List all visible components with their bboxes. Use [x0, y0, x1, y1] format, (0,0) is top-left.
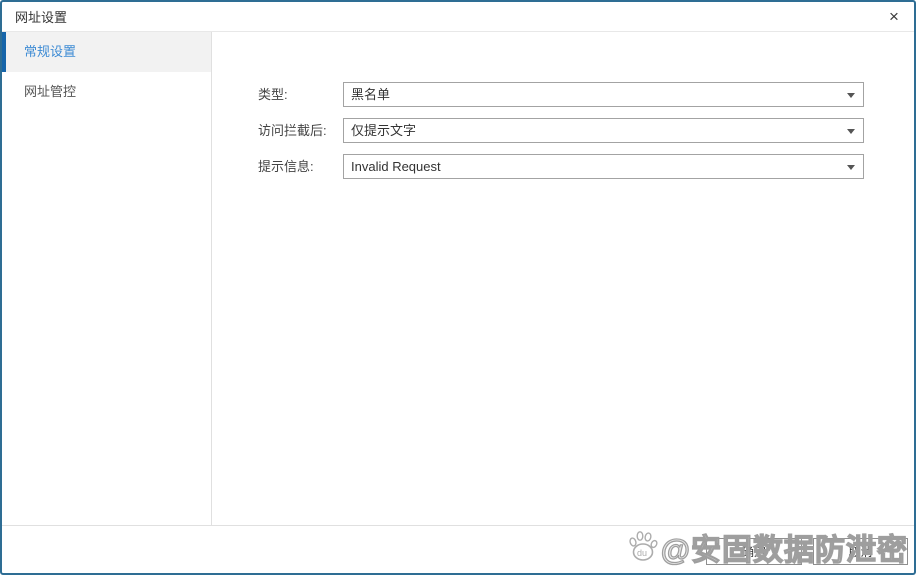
chevron-down-icon	[847, 93, 855, 98]
type-label: 类型:	[258, 82, 343, 107]
prompt-message-dropdown-value: Invalid Request	[344, 155, 863, 178]
close-icon[interactable]: ×	[882, 5, 906, 29]
sidebar-item-url-control[interactable]: 网址管控	[2, 72, 211, 112]
dialog-body: 常规设置 网址管控 类型: 黑名单 访问拦截后: 仅提示文字	[2, 32, 914, 525]
intercept-action-label: 访问拦截后:	[258, 118, 343, 143]
prompt-message-dropdown[interactable]: Invalid Request	[343, 154, 864, 179]
chevron-down-icon	[847, 165, 855, 170]
cancel-button[interactable]: 取消	[813, 538, 908, 565]
prompt-message-label: 提示信息:	[258, 154, 343, 179]
form-row-prompt-message: 提示信息: Invalid Request	[258, 154, 864, 179]
url-settings-dialog: 网址设置 × 常规设置 网址管控 类型: 黑名单 访问拦截后:	[0, 0, 916, 575]
sidebar-item-general-settings[interactable]: 常规设置	[2, 32, 211, 72]
type-dropdown-value: 黑名单	[344, 83, 863, 106]
intercept-action-dropdown[interactable]: 仅提示文字	[343, 118, 864, 143]
sidebar-item-label: 常规设置	[24, 44, 76, 59]
intercept-action-dropdown-value: 仅提示文字	[344, 119, 863, 142]
form-row-intercept-action: 访问拦截后: 仅提示文字	[258, 118, 864, 143]
title-bar: 网址设置 ×	[2, 2, 914, 32]
settings-form: 类型: 黑名单 访问拦截后: 仅提示文字 提示信息: Invalid Reque…	[212, 32, 914, 525]
footer: 确定 取消 du @安固数据防泄密	[2, 525, 914, 573]
chevron-down-icon	[847, 129, 855, 134]
ok-button[interactable]: 确定	[706, 538, 802, 565]
form-row-type: 类型: 黑名单	[258, 82, 864, 107]
svg-text:du: du	[637, 548, 647, 558]
sidebar-item-label: 网址管控	[24, 84, 76, 99]
baidu-paw-icon: du	[627, 530, 659, 564]
sidebar: 常规设置 网址管控	[2, 32, 212, 525]
type-dropdown[interactable]: 黑名单	[343, 82, 864, 107]
dialog-title: 网址设置	[2, 7, 67, 26]
